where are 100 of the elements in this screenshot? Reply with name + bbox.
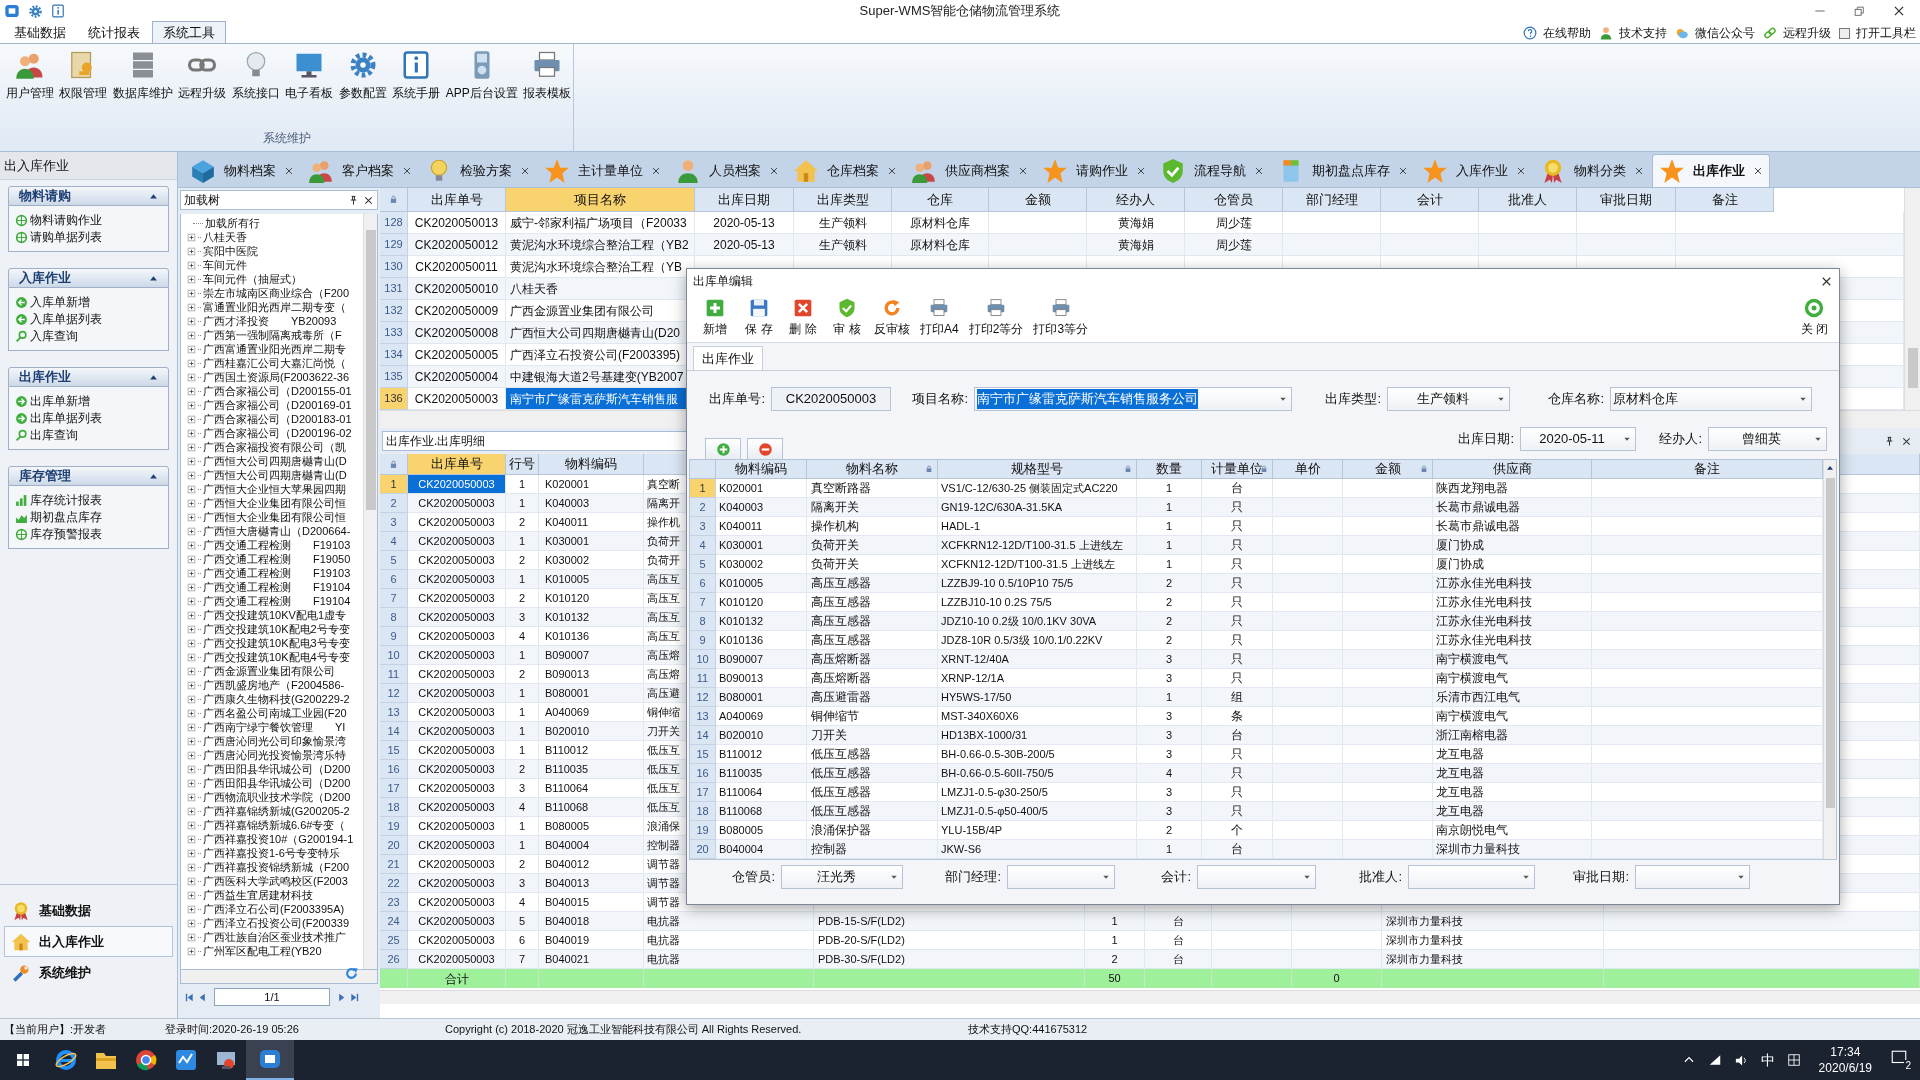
scrollbar[interactable]: [1823, 460, 1836, 859]
expand-icon[interactable]: [187, 470, 196, 480]
toolbar-button[interactable]: 打印A4: [917, 297, 962, 338]
expand-icon[interactable]: [187, 652, 196, 662]
help-link[interactable]: 微信公众号: [1695, 24, 1755, 42]
pin-icon[interactable]: [348, 194, 359, 206]
expand-icon[interactable]: [187, 428, 196, 438]
ribbon-button[interactable]: APP后台设置: [444, 50, 520, 102]
document-tab[interactable]: 客户档案: [302, 154, 420, 187]
pin-icon[interactable]: [1884, 435, 1895, 447]
first-page-icon[interactable]: [184, 991, 195, 1003]
menu-item[interactable]: 库存统计报表: [30, 491, 102, 509]
menu-item[interactable]: 期初盘点库存: [30, 508, 102, 526]
column-header[interactable]: 部门经理: [1283, 188, 1381, 212]
network-icon[interactable]: [1707, 1053, 1722, 1067]
document-tab[interactable]: 仓库档案: [787, 154, 905, 187]
ribbon-button[interactable]: 用户管理: [4, 50, 56, 102]
table-row[interactable]: 9 K010136 高压互感器 JDZ8-10R 0.5/3级 10/0.1/0.22KV 2 只 江苏永佳光电科技: [690, 631, 1823, 650]
column-header[interactable]: 金额: [989, 188, 1087, 212]
table-row[interactable]: 13 A040069 铜伸缩节 MST-340X60X6 3 条 南宁横渡电气: [690, 707, 1823, 726]
expand-icon[interactable]: [187, 386, 196, 396]
close-icon[interactable]: [1254, 165, 1264, 176]
expand-icon[interactable]: [187, 680, 196, 690]
table-row[interactable]: 6 K010005 高压互感器 LZZBJ9-10 0.5/10P10 75/5 2 只 江苏永佳光电科技: [690, 574, 1823, 593]
expand-icon[interactable]: [187, 260, 196, 270]
close-button[interactable]: 关 闭: [1797, 297, 1831, 338]
expand-icon[interactable]: [187, 414, 196, 424]
column-header[interactable]: 仓库: [892, 188, 989, 212]
close-icon[interactable]: [769, 165, 779, 176]
help-icon[interactable]: [1523, 26, 1537, 40]
notification-button[interactable]: 2: [1890, 1049, 1912, 1071]
expand-icon[interactable]: [187, 498, 196, 508]
person-icon[interactable]: [1599, 26, 1613, 40]
expand-icon[interactable]: [187, 582, 196, 592]
scrollbar[interactable]: [1904, 188, 1920, 410]
expand-icon[interactable]: [187, 638, 196, 648]
column-header[interactable]: 出库单号: [408, 454, 506, 475]
toolbar-button[interactable]: 新增: [695, 297, 735, 338]
group-header[interactable]: 物料请购: [8, 186, 169, 206]
close-icon[interactable]: [284, 165, 294, 176]
dropdown[interactable]: 原材料仓库: [1610, 387, 1812, 411]
info-icon[interactable]: [51, 4, 65, 18]
expand-icon[interactable]: [187, 554, 196, 564]
close-icon[interactable]: [1018, 165, 1028, 176]
menu-item[interactable]: 库存预警报表: [30, 525, 102, 543]
column-header[interactable]: 出库类型: [794, 188, 892, 212]
close-icon[interactable]: [651, 165, 661, 176]
clock-date[interactable]: 2020/6/19: [1818, 1060, 1872, 1076]
expand-icon[interactable]: [187, 624, 196, 634]
dropdown[interactable]: 南宁市广缘雷克萨斯汽车销售服务公司: [974, 387, 1292, 411]
table-row[interactable]: 14 B020010 刀开关 HD13BX-1000/31 3 台 浙江南榕电器: [690, 726, 1823, 745]
close-icon[interactable]: [1753, 166, 1763, 176]
settings-icon[interactable]: [28, 3, 43, 19]
expand-icon[interactable]: [187, 750, 196, 760]
table-row[interactable]: 24 CK2020050003 5 B040018 电抗器 PDB-15-S/F(LD2) 1 台 深圳市力量科技: [380, 912, 1920, 931]
close-icon[interactable]: [1634, 165, 1644, 176]
scrollbar[interactable]: [380, 990, 1920, 1004]
column-header[interactable]: 经办人: [1087, 188, 1185, 212]
column-header[interactable]: 物料名称: [807, 460, 938, 479]
expand-icon[interactable]: [187, 288, 196, 298]
document-tab[interactable]: 物料分类: [1534, 154, 1652, 187]
expand-icon[interactable]: [187, 344, 196, 354]
column-header[interactable]: 金额: [1343, 460, 1433, 479]
table-row[interactable]: 12 B080001 高压避雷器 HY5WS-17/50 1 组 乐清市西江电气: [690, 688, 1823, 707]
document-tab[interactable]: 检验方案: [420, 154, 538, 187]
toolbar-button[interactable]: 反审核: [871, 297, 913, 338]
column-header[interactable]: 数量: [1137, 460, 1202, 479]
page-field[interactable]: 1/1: [214, 988, 330, 1006]
group-header[interactable]: 入库作业: [8, 268, 169, 288]
nav-item[interactable]: 出入库作业: [4, 926, 173, 957]
table-row[interactable]: 7 K010120 高压互感器 LZZBJ10-10 0.2S 75/5 2 只 江苏永佳光电科技: [690, 593, 1823, 612]
input-field[interactable]: CK2020050003: [771, 387, 891, 411]
expand-icon[interactable]: [187, 526, 196, 536]
column-header[interactable]: 出库日期: [695, 188, 794, 212]
menu-item[interactable]: 出库单据列表: [30, 409, 102, 427]
column-header[interactable]: 审批日期: [1577, 188, 1676, 212]
document-tab[interactable]: 主计量单位: [538, 154, 669, 187]
expand-icon[interactable]: [187, 946, 196, 956]
column-header[interactable]: 会计: [1381, 188, 1479, 212]
expand-icon[interactable]: [187, 372, 196, 382]
expand-icon[interactable]: [187, 274, 196, 284]
table-row[interactable]: 11 B090013 高压熔断器 XRNP-12/1A 3 只 南宁横渡电气: [690, 669, 1823, 688]
expand-icon[interactable]: [187, 694, 196, 704]
app-icon[interactable]: [4, 3, 20, 19]
expand-icon[interactable]: [187, 918, 196, 928]
table-row[interactable]: 25 CK2020050003 6 B040019 电抗器 PDB-20-S/F(LD2) 1 台 深圳市力量科技: [380, 931, 1920, 950]
expand-icon[interactable]: [187, 834, 196, 844]
document-tab[interactable]: 出库作业: [1652, 154, 1770, 187]
link-icon[interactable]: [1763, 26, 1777, 40]
document-tab[interactable]: 期初盘点库存: [1272, 154, 1416, 187]
menu-tab[interactable]: 基础数据: [4, 23, 76, 43]
table-row[interactable]: 1 K020001 真空断路器 VS1/C-12/630-25 侧装固定式AC220 1 台 陕西龙翔电器: [690, 479, 1823, 498]
column-header[interactable]: 单价: [1273, 460, 1343, 479]
table-row[interactable]: 17 B110064 低压互感器 LMZJ1-0.5-φ30-250/5 3 只 龙互电器: [690, 783, 1823, 802]
ribbon-button[interactable]: 远程升级: [176, 50, 228, 102]
ribbon-button[interactable]: 系统接口: [230, 50, 282, 102]
menu-tab[interactable]: 系统工具: [152, 21, 226, 43]
column-header[interactable]: 物料编码: [539, 454, 644, 475]
expand-icon[interactable]: [187, 736, 196, 746]
toolbar-button[interactable]: 删 除: [783, 297, 823, 338]
